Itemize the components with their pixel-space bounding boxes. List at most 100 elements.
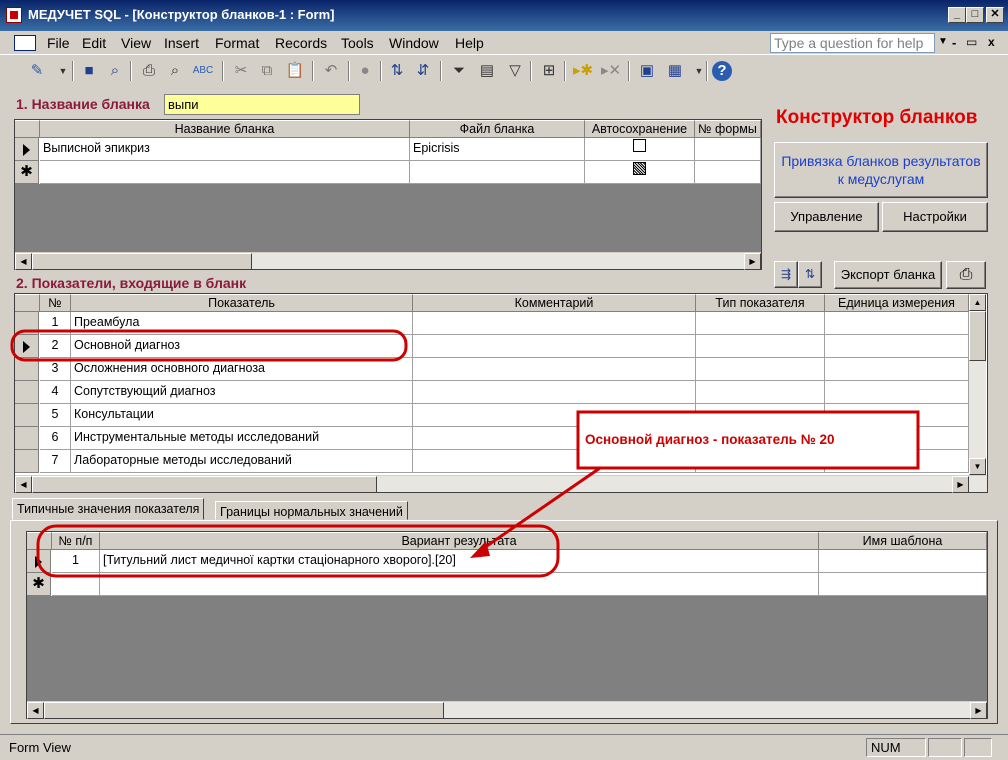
- column-header[interactable]: Вариант результата: [100, 532, 819, 550]
- scroll-up-icon[interactable]: ▲: [969, 294, 986, 311]
- indicator-name-cell[interactable]: Преамбула: [71, 312, 413, 335]
- column-header[interactable]: № п/п: [52, 532, 100, 550]
- table-row[interactable]: 1 Преамбула: [15, 312, 969, 335]
- indicator-type-cell[interactable]: [696, 312, 825, 335]
- delete-record-icon[interactable]: ▸✕: [600, 60, 622, 82]
- scroll-left-icon[interactable]: ◀: [15, 253, 32, 270]
- tab-normal-ranges[interactable]: Границы нормальных значений: [215, 501, 408, 520]
- column-header[interactable]: Файл бланка: [410, 120, 585, 138]
- menu-insert[interactable]: Insert: [164, 35, 199, 51]
- sort-ascending-icon[interactable]: ⇅: [798, 261, 822, 288]
- indicator-name-cell[interactable]: Осложнения основного диагноза: [71, 358, 413, 381]
- column-header[interactable]: Имя шаблона: [819, 532, 987, 550]
- column-header[interactable]: Единица измерения: [825, 294, 969, 312]
- grid-corner[interactable]: [15, 120, 40, 138]
- autosave-cell[interactable]: [585, 161, 695, 184]
- scroll-thumb[interactable]: [32, 476, 377, 493]
- scroll-right-icon[interactable]: ▶: [744, 253, 761, 270]
- menu-format[interactable]: Format: [215, 35, 259, 51]
- print-icon[interactable]: ⎙: [138, 60, 160, 82]
- indicator-number-cell[interactable]: 4: [40, 381, 71, 404]
- chevron-down-icon[interactable]: ▼: [938, 36, 948, 47]
- new-record-icon[interactable]: ▸✱: [572, 60, 594, 82]
- grid-corner[interactable]: [27, 532, 52, 550]
- comment-cell[interactable]: [413, 404, 696, 427]
- form-file-cell[interactable]: [410, 161, 585, 184]
- comment-cell[interactable]: [413, 335, 696, 358]
- form-file-cell[interactable]: Epicrisis: [410, 138, 585, 161]
- autosave-checkbox[interactable]: [633, 139, 646, 152]
- unit-cell[interactable]: [825, 381, 969, 404]
- apply-filter-icon[interactable]: ▽: [504, 60, 526, 82]
- copy-icon[interactable]: ⧉: [256, 60, 278, 82]
- column-header[interactable]: Тип показателя: [696, 294, 825, 312]
- indicator-type-cell[interactable]: [696, 358, 825, 381]
- indicator-number-cell[interactable]: 2: [40, 335, 71, 358]
- vertical-scrollbar[interactable]: ▲ ▼: [969, 294, 986, 475]
- table-row[interactable]: 5 Консультации: [15, 404, 969, 427]
- save-icon[interactable]: ■: [78, 60, 100, 82]
- form-number-cell[interactable]: [695, 161, 761, 184]
- print-icon[interactable]: ⎙: [946, 261, 986, 289]
- form-name-cell[interactable]: Выписной эпикриз: [40, 138, 410, 161]
- record-selector[interactable]: [15, 404, 39, 427]
- indicator-number-cell[interactable]: 1: [40, 312, 71, 335]
- menu-tools[interactable]: Tools: [341, 35, 374, 51]
- cut-icon[interactable]: ✂: [230, 60, 252, 82]
- undo-icon[interactable]: ↶: [320, 60, 342, 82]
- scroll-left-icon[interactable]: ◀: [15, 476, 32, 493]
- manage-button[interactable]: Управление: [774, 202, 879, 232]
- result-value-cell[interactable]: [Титульний лист медичної картки стаціона…: [100, 550, 819, 573]
- minimize-icon[interactable]: _: [948, 7, 966, 23]
- bind-forms-button[interactable]: Привязка бланков результатов к медуслуга…: [774, 142, 988, 198]
- unit-cell[interactable]: [825, 404, 969, 427]
- sort-descending-icon[interactable]: ⇵: [412, 60, 434, 82]
- close-icon[interactable]: ✕: [986, 7, 1004, 23]
- print-preview-icon[interactable]: ⌕: [164, 60, 186, 82]
- result-number-cell[interactable]: [52, 573, 100, 596]
- indicator-number-cell[interactable]: 7: [40, 450, 71, 473]
- scroll-left-icon[interactable]: ◀: [27, 702, 44, 719]
- template-name-cell[interactable]: [819, 573, 987, 596]
- column-header[interactable]: Показатель: [71, 294, 413, 312]
- comment-cell[interactable]: [413, 381, 696, 404]
- filter-by-form-icon[interactable]: ▤: [476, 60, 498, 82]
- indicator-name-cell[interactable]: Основной диагноз: [71, 335, 413, 358]
- new-record-row[interactable]: ✱: [27, 573, 987, 596]
- scroll-thumb[interactable]: [44, 702, 444, 719]
- new-record-row[interactable]: ✱: [15, 161, 761, 184]
- table-row[interactable]: 2 Основной диагноз: [15, 335, 969, 358]
- indicator-type-cell[interactable]: [696, 335, 825, 358]
- mdi-minimize-icon[interactable]: -: [952, 35, 956, 50]
- app-icon[interactable]: [6, 7, 22, 23]
- paste-icon[interactable]: 📋: [284, 60, 306, 82]
- unit-cell[interactable]: [825, 335, 969, 358]
- template-name-cell[interactable]: [819, 550, 987, 573]
- indicator-name-cell[interactable]: Сопутствующий диагноз: [71, 381, 413, 404]
- indicator-type-cell[interactable]: [696, 450, 825, 473]
- menu-view[interactable]: View: [121, 35, 151, 51]
- indicator-type-cell[interactable]: [696, 381, 825, 404]
- scroll-right-icon[interactable]: ▶: [970, 702, 987, 719]
- result-value-cell[interactable]: [100, 573, 819, 596]
- scroll-thumb[interactable]: [969, 311, 986, 361]
- help-question-input[interactable]: Type a question for help: [770, 33, 935, 53]
- column-header[interactable]: Комментарий: [413, 294, 696, 312]
- unit-cell[interactable]: [825, 427, 969, 450]
- filter-by-selection-icon[interactable]: ⏷: [448, 60, 470, 82]
- maximize-icon[interactable]: □: [966, 7, 984, 23]
- indicator-type-cell[interactable]: [696, 404, 825, 427]
- tab-order-icon[interactable]: ⇶: [774, 261, 798, 288]
- sort-ascending-icon[interactable]: ⇅: [386, 60, 408, 82]
- record-selector[interactable]: [15, 138, 39, 161]
- menu-records[interactable]: Records: [275, 35, 327, 51]
- autosave-cell[interactable]: [585, 138, 695, 161]
- result-number-cell[interactable]: 1: [52, 550, 100, 573]
- indicator-name-cell[interactable]: Консультации: [71, 404, 413, 427]
- record-selector[interactable]: [15, 381, 39, 404]
- comment-cell[interactable]: [413, 312, 696, 335]
- menu-edit[interactable]: Edit: [82, 35, 106, 51]
- column-header[interactable]: Название бланка: [40, 120, 410, 138]
- database-window-icon[interactable]: ▣: [636, 60, 658, 82]
- record-selector[interactable]: [15, 358, 39, 381]
